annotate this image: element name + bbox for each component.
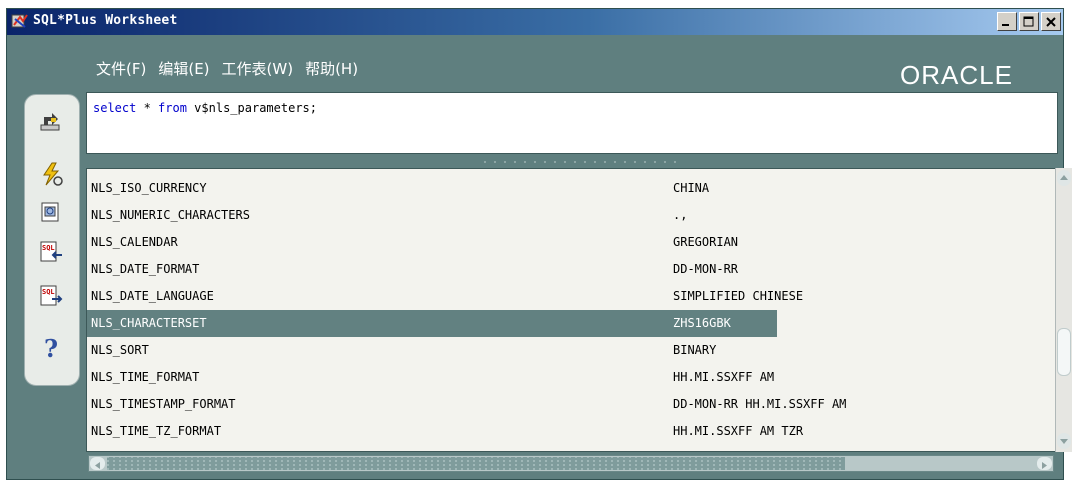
arrow-right-icon [1042,462,1047,469]
minimize-button[interactable] [997,12,1017,31]
parameter-cell: NLS_CALENDAR [91,235,178,249]
sql-text-rest: v$nls_parameters; [186,101,317,115]
vertical-scroll-thumb[interactable] [1057,328,1071,376]
scroll-up-button[interactable] [1057,170,1071,186]
table-row[interactable]: NLS_TIME_FORMAT HH.MI.SSXFF AM [87,364,1040,391]
table-row[interactable]: NLS_ISO_CURRENCY CHINA [87,175,1040,202]
value-cell: SIMPLIFIED CHINESE [673,289,804,303]
parameter-cell: NLS_DATE_LANGUAGE [91,289,214,303]
scroll-down-button[interactable] [1057,433,1071,449]
arrow-down-icon [1060,439,1068,444]
horizontal-scrollbar[interactable] [88,455,1054,472]
parameter-cell: NLS_CHARACTERSET [91,316,207,330]
menu-worksheet[interactable]: 工作表(W) [222,58,294,79]
vertical-scrollbar[interactable] [1055,168,1072,452]
table-row[interactable]: NLS_DATE_LANGUAGE SIMPLIFIED CHINESE [87,283,1040,310]
window-title: SQL*Plus Worksheet [33,13,178,28]
svg-text:SQL: SQL [42,288,55,296]
svg-text:SQL: SQL [42,244,55,252]
sql-import-icon[interactable]: SQL [38,239,64,265]
value-cell: CHINA [673,181,710,195]
command-history-icon[interactable] [38,199,64,225]
parameter-cell: NLS_SORT [91,343,149,357]
table-row[interactable]: NLS_NUMERIC_CHARACTERS., [87,202,1040,229]
value-cell: BINARY [673,343,717,357]
table-row[interactable]: NLS_SORT BINARY [87,337,1040,364]
left-toolbar: SQL SQL ? [24,94,80,386]
parameter-cell: NLS_TIME_TZ_FORMAT [91,424,222,438]
title-bar[interactable]: SQL*Plus Worksheet [7,9,1063,35]
menu-bar: 文件(F) 编辑(E) 工作表(W) 帮助(H) [96,58,358,79]
maximize-icon [1023,16,1034,27]
sql-text-star: * [136,101,159,115]
table-row[interactable]: NLS_DATE_FORMAT DD-MON-RR [87,256,1040,283]
results-pane[interactable]: NLS_ISO_CURRENCY CHINA NLS_NUMERIC_CHARACT… [86,168,1056,452]
oracle-logo: ORACLE [900,60,1013,90]
maximize-button[interactable] [1019,12,1039,31]
sql-editor[interactable]: select * from v$nls_parameters; [86,92,1058,154]
table-row[interactable]: NLS_CALENDAR GREGORIAN [87,229,1040,256]
svg-text:?: ? [44,335,58,361]
window-controls [997,12,1061,31]
parameter-cell: NLS_TIME_FORMAT [91,370,200,384]
arrow-left-icon [95,462,100,469]
execute-icon[interactable] [38,161,64,187]
arrow-up-icon [1060,175,1068,180]
value-cell: GREGORIAN [673,235,739,249]
menu-help[interactable]: 帮助(H) [305,58,358,79]
sql-export-icon[interactable]: SQL [38,283,64,309]
scroll-left-button[interactable] [90,457,105,470]
table-row[interactable]: NLS_CHARACTERSET ZHS16GBK [87,310,777,337]
help-icon[interactable]: ? [38,334,64,363]
value-cell: HH.MI.SSXFF AM [673,370,775,384]
sqlplus-window: SQL*Plus Worksheet 文件(F) 编辑(E) 工作表(W) 帮助… [0,0,1073,487]
parameter-cell: NLS_NUMERIC_CHARACTERS [91,208,250,222]
pane-splitter-handle[interactable] [480,160,680,164]
disconnect-icon[interactable] [38,109,64,135]
app-icon [11,13,29,31]
sql-statement: select * from v$nls_parameters; [93,101,317,115]
menu-file[interactable]: 文件(F) [96,58,146,79]
close-icon [1046,17,1056,27]
value-cell: DD-MON-RR [673,262,739,276]
value-cell: DD-MON-RR HH.MI.SSXFF AM [673,397,847,411]
table-row[interactable]: NLS_TIMESTAMP_FORMAT DD-MON-RR HH.MI.SSXF… [87,391,1040,418]
close-button[interactable] [1041,12,1061,31]
parameter-cell: NLS_DATE_FORMAT [91,262,200,276]
parameter-cell: NLS_ISO_CURRENCY [91,181,207,195]
scroll-right-button[interactable] [1037,457,1052,470]
value-cell: ., [673,208,688,222]
value-cell: ZHS16GBK [673,316,731,330]
parameter-cell: NLS_TIMESTAMP_FORMAT [91,397,236,411]
sql-keyword-select: select [93,101,137,115]
sql-keyword-from: from [158,101,187,115]
menu-edit[interactable]: 编辑(E) [158,58,209,79]
horizontal-scroll-thumb[interactable] [107,457,845,470]
value-cell: HH.MI.SSXFF AM TZR [673,424,804,438]
table-row[interactable]: NLS_TIME_TZ_FORMAT HH.MI.SSXFF AM TZR [87,418,1040,445]
minimize-icon [1002,24,1009,26]
